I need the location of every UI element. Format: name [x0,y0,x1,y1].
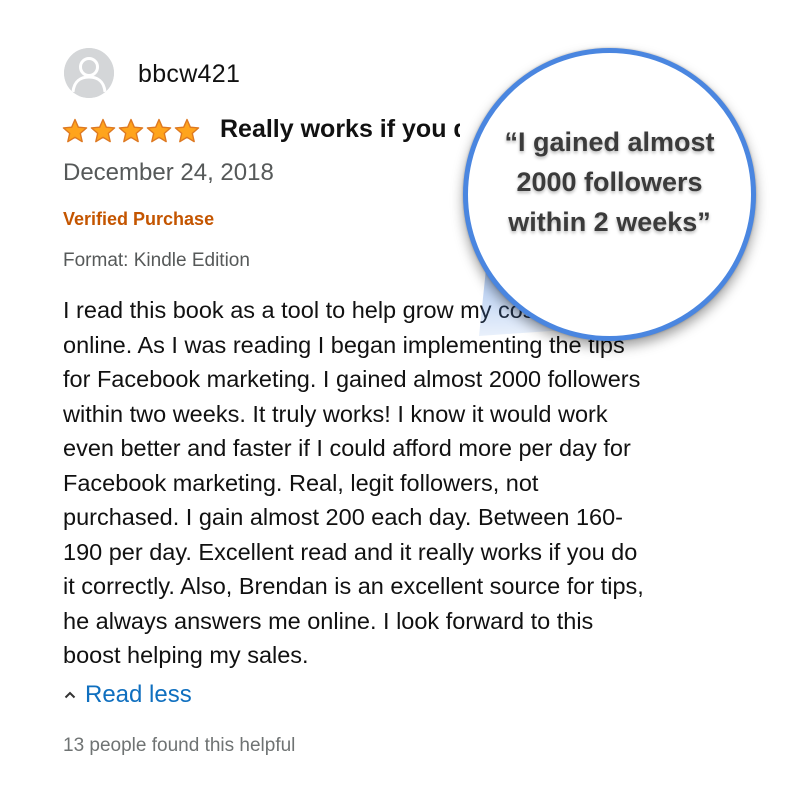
star-icon [90,118,116,143]
star-icon [146,118,172,143]
star-rating[interactable] [62,118,200,144]
caret-up-icon [64,691,76,699]
magnifier-callout: “I gained almost 2000 followers within 2… [463,48,756,341]
star-icon [118,118,144,143]
callout-quote: “I gained almost 2000 followers within 2… [504,126,715,237]
star-icon [174,118,200,143]
review-title[interactable]: Really works if you do it correctly [220,115,460,144]
reviewer-name[interactable]: bbcw421 [138,60,240,89]
review-date: December 24, 2018 [63,159,274,186]
read-less-label: Read less [85,681,192,708]
format-label[interactable]: Format: Kindle Edition [63,250,250,272]
verified-purchase-badge: Verified Purchase [63,209,215,229]
default-user-icon [64,48,114,98]
helpful-count: 13 people found this helpful [63,735,296,756]
review-body: I read this book as a tool to help grow … [63,297,644,668]
star-icon [62,118,88,143]
avatar[interactable] [64,48,114,98]
read-less-link[interactable]: Read less [63,681,192,709]
